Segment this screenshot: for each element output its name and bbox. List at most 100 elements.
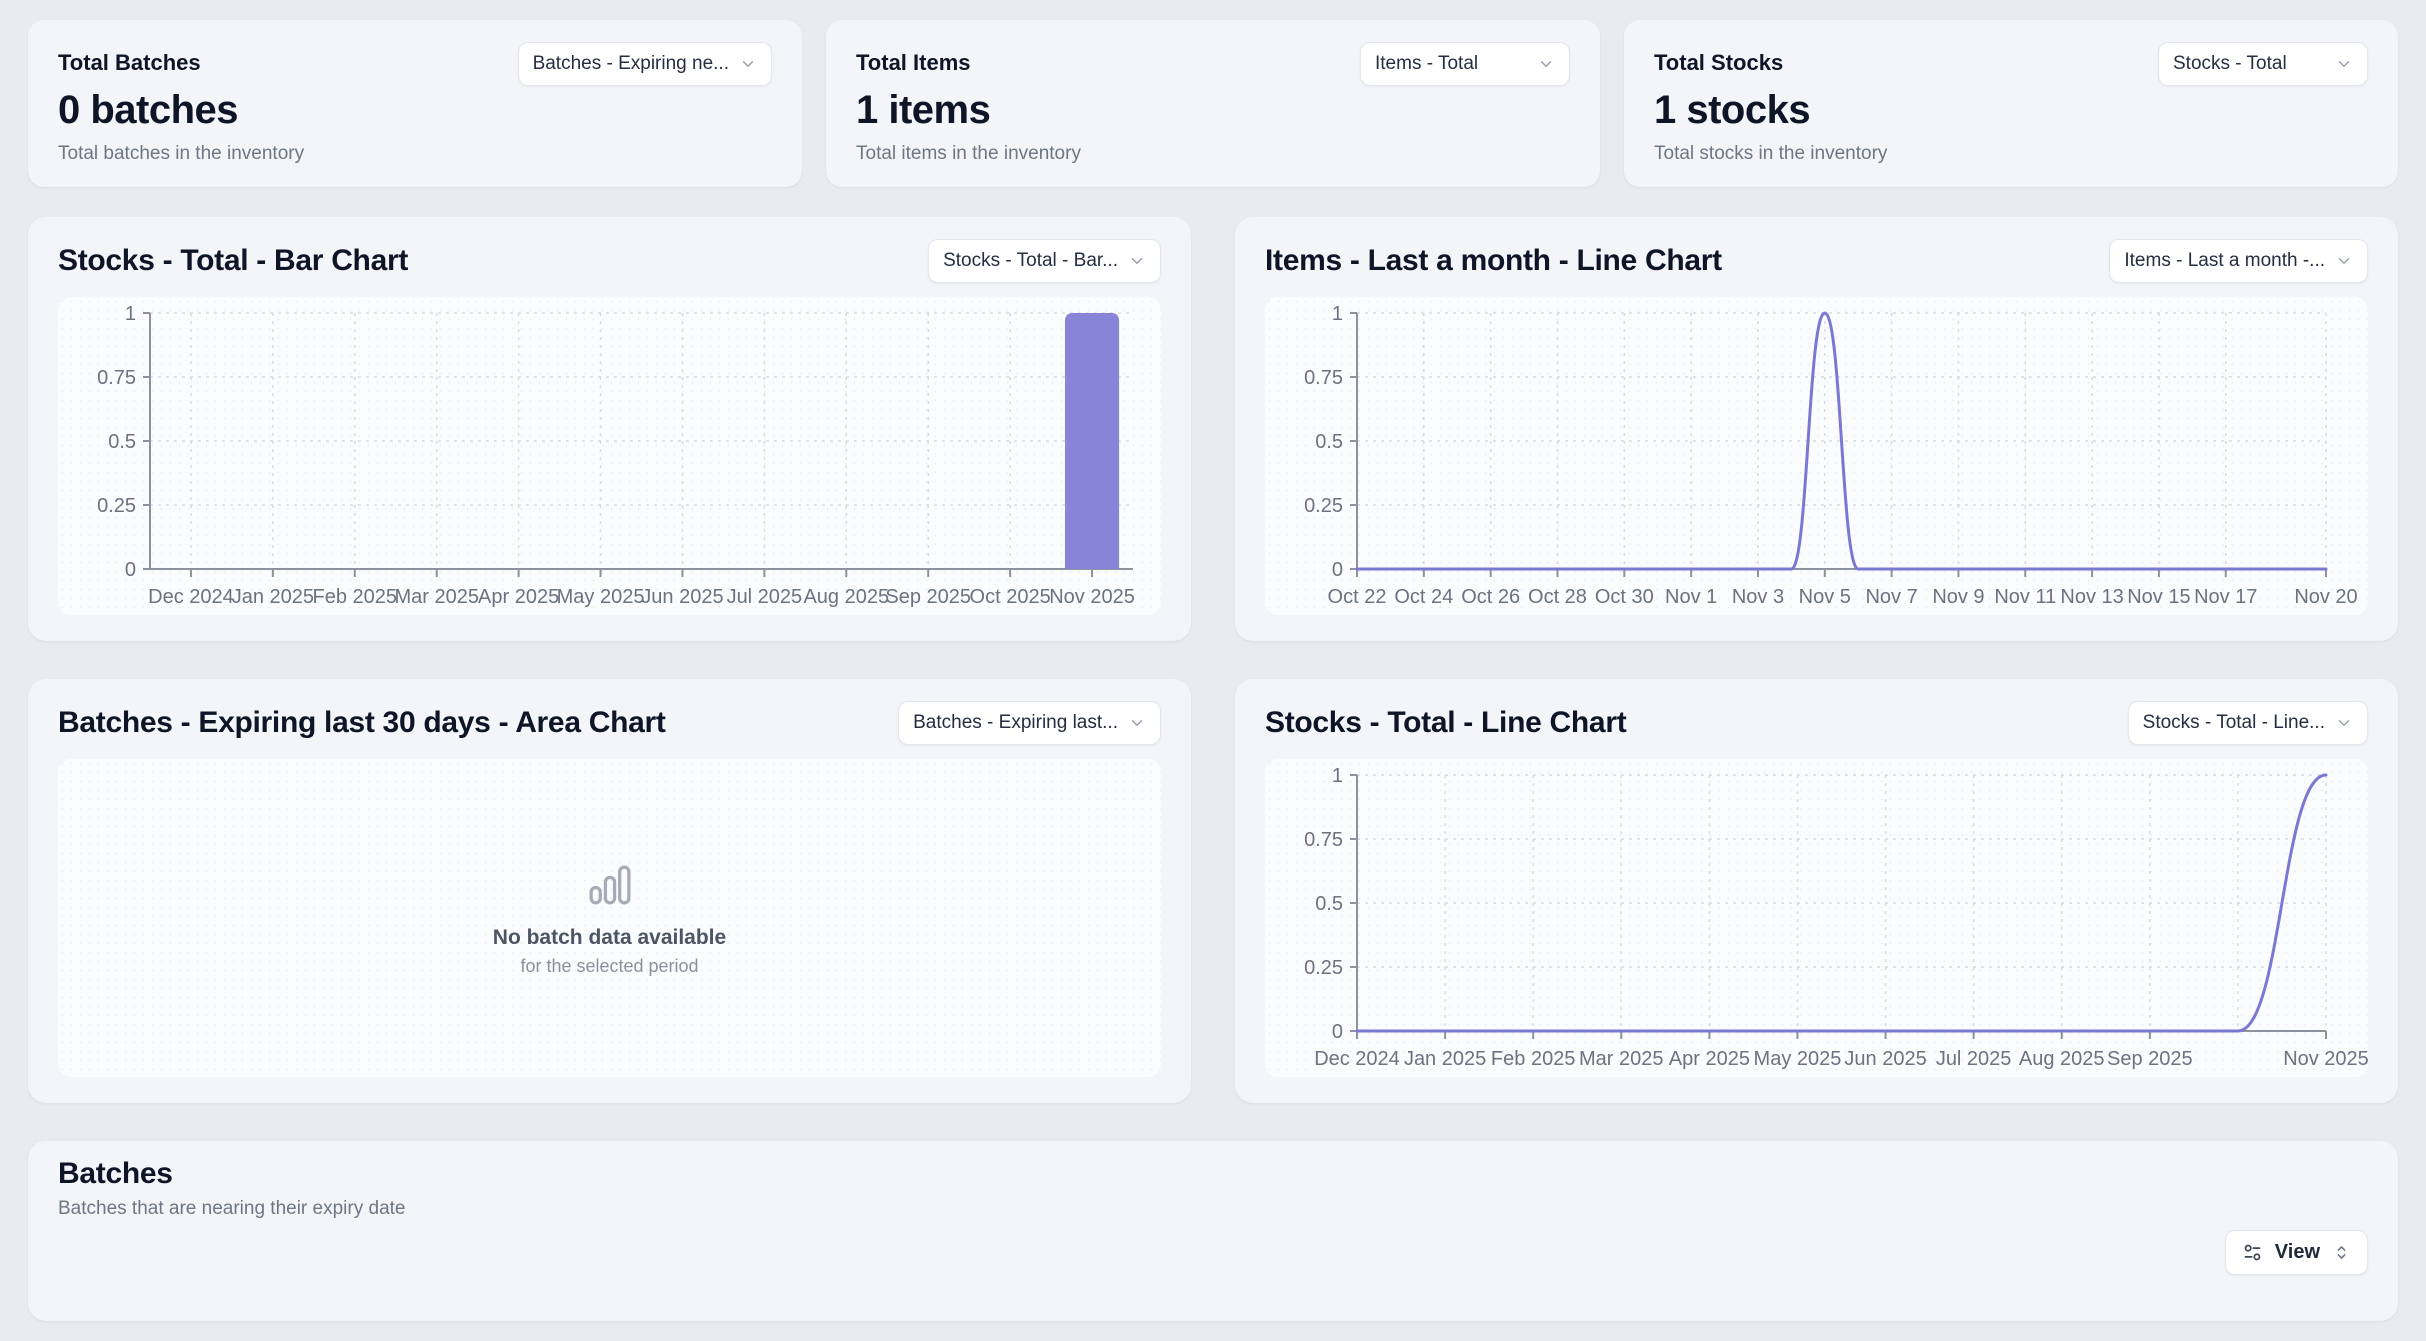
- svg-text:0.75: 0.75: [1304, 829, 1343, 851]
- stat-metric-dropdown[interactable]: Items - Total: [1360, 42, 1570, 86]
- dropdown-value: Items - Total: [1375, 53, 1478, 75]
- svg-text:Aug 2025: Aug 2025: [2019, 1048, 2105, 1070]
- svg-text:0: 0: [125, 559, 136, 581]
- chart-card-items-line: Items - Last a month - Line Chart Items …: [1235, 217, 2398, 641]
- line-chart: 0 0.25 0.5 0.75 1 Dec 2024Jan 2025Feb 2025Mar…: [1265, 759, 2368, 1077]
- stat-metric-dropdown[interactable]: Stocks - Total: [2158, 42, 2368, 86]
- svg-text:Mar 2025: Mar 2025: [394, 586, 479, 608]
- chart-metric-dropdown[interactable]: Stocks - Total - Line...: [2128, 701, 2368, 745]
- svg-text:Nov 9: Nov 9: [1932, 586, 1984, 608]
- chart-card-header: Batches - Expiring last 30 days - Area C…: [58, 701, 1161, 745]
- stat-value: 1 stocks: [1654, 88, 2368, 133]
- chevron-down-icon: [2335, 55, 2353, 73]
- svg-text:Apr 2025: Apr 2025: [1669, 1048, 1750, 1070]
- svg-text:Jul 2025: Jul 2025: [727, 586, 803, 608]
- svg-text:Nov 2025: Nov 2025: [1049, 586, 1135, 608]
- svg-text:0.25: 0.25: [1304, 495, 1343, 517]
- svg-text:Aug 2025: Aug 2025: [803, 586, 889, 608]
- svg-text:Oct 26: Oct 26: [1461, 586, 1520, 608]
- bar-chart-icon: [585, 860, 635, 910]
- stat-title: Total Stocks: [1654, 42, 1783, 76]
- svg-text:Nov 2025: Nov 2025: [2283, 1048, 2368, 1070]
- svg-text:Dec 2024: Dec 2024: [1314, 1048, 1400, 1070]
- batches-toolbar: View: [58, 1230, 2368, 1275]
- chart-title: Batches - Expiring last 30 days - Area C…: [58, 706, 666, 740]
- svg-text:Nov 20: Nov 20: [2294, 586, 2357, 608]
- view-button-label: View: [2275, 1241, 2320, 1264]
- stats-row: Total Batches Batches - Expiring ne... 0…: [28, 20, 2398, 187]
- dropdown-value: Stocks - Total - Line...: [2143, 712, 2325, 734]
- chevron-down-icon: [2335, 252, 2353, 270]
- svg-text:1: 1: [125, 303, 136, 325]
- stat-card-header: Total Stocks Stocks - Total: [1654, 42, 2368, 86]
- batches-subtitle: Batches that are nearing their expiry da…: [58, 1198, 2368, 1220]
- dropdown-value: Stocks - Total: [2173, 53, 2287, 75]
- svg-text:Oct 28: Oct 28: [1528, 586, 1587, 608]
- chevron-down-icon: [1128, 252, 1146, 270]
- chevron-down-icon: [1128, 714, 1146, 732]
- svg-text:0.5: 0.5: [1315, 893, 1343, 915]
- stat-card-total-stocks: Total Stocks Stocks - Total 1 stocks Tot…: [1624, 20, 2398, 187]
- stat-subtitle: Total stocks in the inventory: [1654, 143, 2368, 165]
- svg-text:Feb 2025: Feb 2025: [313, 586, 398, 608]
- chevrons-up-down-icon: [2332, 1243, 2351, 1262]
- chart-card-stocks-line: Stocks - Total - Line Chart Stocks - Tot…: [1235, 679, 2398, 1103]
- stat-value: 1 items: [856, 88, 1570, 133]
- line-chart: 00.250.50.751Oct 22Oct 24Oct 26Oct 28Oct…: [1265, 297, 2368, 615]
- svg-text:Nov 5: Nov 5: [1799, 586, 1851, 608]
- svg-text:Jun 2025: Jun 2025: [1844, 1048, 1926, 1070]
- svg-text:Sep 2025: Sep 2025: [2107, 1048, 2193, 1070]
- svg-text:0.25: 0.25: [1304, 957, 1343, 979]
- svg-text:May 2025: May 2025: [557, 586, 645, 608]
- chart-card-batches-area: Batches - Expiring last 30 days - Area C…: [28, 679, 1191, 1103]
- empty-state-title: No batch data available: [493, 926, 726, 950]
- chart-card-stocks-bar: Stocks - Total - Bar Chart Stocks - Tota…: [28, 217, 1191, 641]
- stat-subtitle: Total batches in the inventory: [58, 143, 772, 165]
- svg-text:Jan 2025: Jan 2025: [232, 586, 314, 608]
- svg-text:Oct 22: Oct 22: [1328, 586, 1387, 608]
- chart-card-header: Items - Last a month - Line Chart Items …: [1265, 239, 2368, 283]
- stat-title: Total Items: [856, 42, 971, 76]
- chevron-down-icon: [739, 55, 757, 73]
- stat-card-header: Total Items Items - Total: [856, 42, 1570, 86]
- chevron-down-icon: [2335, 714, 2353, 732]
- svg-text:Nov 11: Nov 11: [1994, 586, 2056, 608]
- svg-text:0.25: 0.25: [97, 495, 136, 517]
- batches-title: Batches: [58, 1157, 2368, 1191]
- svg-text:0.75: 0.75: [1304, 367, 1343, 389]
- stat-metric-dropdown[interactable]: Batches - Expiring ne...: [518, 42, 772, 86]
- svg-text:Jan 2025: Jan 2025: [1404, 1048, 1486, 1070]
- svg-text:Dec 2024: Dec 2024: [148, 586, 234, 608]
- stat-card-total-batches: Total Batches Batches - Expiring ne... 0…: [28, 20, 802, 187]
- chart-card-header: Stocks - Total - Bar Chart Stocks - Tota…: [58, 239, 1161, 283]
- dropdown-value: Batches - Expiring ne...: [533, 53, 729, 75]
- svg-text:0: 0: [1332, 1021, 1343, 1043]
- chart-metric-dropdown[interactable]: Items - Last a month -...: [2109, 239, 2368, 283]
- svg-text:Nov 7: Nov 7: [1865, 586, 1917, 608]
- svg-text:Nov 15: Nov 15: [2127, 586, 2190, 608]
- stat-card-header: Total Batches Batches - Expiring ne...: [58, 42, 772, 86]
- svg-text:0.5: 0.5: [108, 431, 136, 453]
- svg-text:Nov 3: Nov 3: [1732, 586, 1784, 608]
- chart-metric-dropdown[interactable]: Batches - Expiring last...: [898, 701, 1161, 745]
- svg-text:1: 1: [1332, 765, 1343, 787]
- svg-text:May 2025: May 2025: [1754, 1048, 1842, 1070]
- dropdown-value: Batches - Expiring last...: [913, 712, 1118, 734]
- charts-row-2: Batches - Expiring last 30 days - Area C…: [28, 679, 2398, 1103]
- svg-text:Oct 2025: Oct 2025: [970, 586, 1051, 608]
- svg-text:Oct 30: Oct 30: [1595, 586, 1654, 608]
- svg-text:Apr 2025: Apr 2025: [478, 586, 559, 608]
- chart-card-header: Stocks - Total - Line Chart Stocks - Tot…: [1265, 701, 2368, 745]
- view-button[interactable]: View: [2225, 1230, 2368, 1275]
- svg-text:0.5: 0.5: [1315, 431, 1343, 453]
- stat-title: Total Batches: [58, 42, 201, 76]
- chart-metric-dropdown[interactable]: Stocks - Total - Bar...: [928, 239, 1161, 283]
- svg-text:Nov 13: Nov 13: [2060, 586, 2123, 608]
- svg-text:Feb 2025: Feb 2025: [1491, 1048, 1576, 1070]
- stat-value: 0 batches: [58, 88, 772, 133]
- svg-text:Nov 1: Nov 1: [1665, 586, 1717, 608]
- empty-state-subtitle: for the selected period: [520, 956, 698, 977]
- svg-text:Mar 2025: Mar 2025: [1579, 1048, 1664, 1070]
- svg-text:Sep 2025: Sep 2025: [885, 586, 971, 608]
- chevron-down-icon: [1537, 55, 1555, 73]
